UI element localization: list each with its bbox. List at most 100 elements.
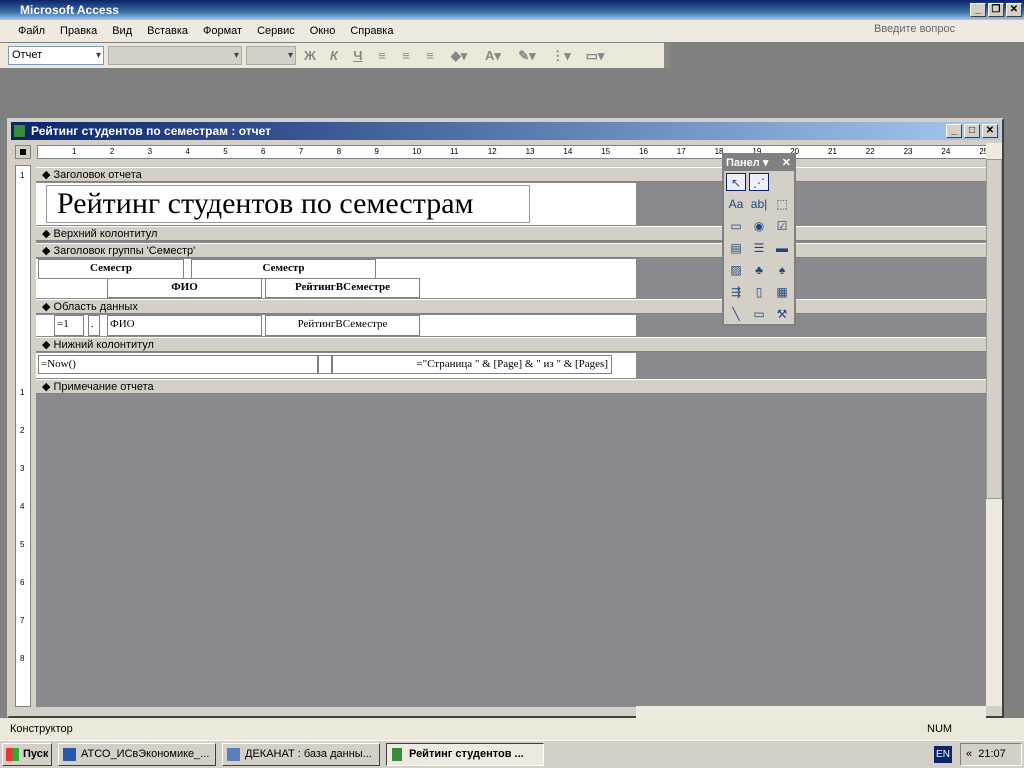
combo-tool-icon[interactable]: ▤ — [726, 239, 746, 257]
image-tool-icon[interactable]: ▨ — [726, 261, 746, 279]
menu-window[interactable]: Окно — [310, 25, 336, 37]
option-group-tool-icon[interactable]: ⬚ — [772, 195, 792, 213]
menu-file[interactable]: Файл — [18, 25, 45, 37]
menu-edit[interactable]: Правка — [60, 25, 97, 37]
button-tool-icon[interactable]: ▬ — [772, 239, 792, 257]
menu-insert[interactable]: Вставка — [147, 25, 188, 37]
task-dekanat-database[interactable]: ДЕКАНАТ : база данны... — [222, 743, 380, 766]
report-close-button[interactable]: ✕ — [982, 124, 998, 138]
word-icon — [63, 748, 76, 761]
menu-tools[interactable]: Сервис — [257, 25, 295, 37]
section-page-header[interactable]: ◆ Верхний колонтитул — [36, 226, 986, 241]
report-header-area: Рейтинг студентов по семестрам — [36, 183, 636, 225]
counter-field[interactable]: =1 — [54, 315, 84, 336]
toolbox-title-bar[interactable]: Панел ▾ ✕ — [724, 155, 794, 171]
vertical-scrollbar[interactable] — [986, 143, 1002, 706]
language-indicator[interactable]: EN — [934, 746, 952, 763]
spacer-field[interactable] — [318, 355, 332, 374]
page-break-tool-icon[interactable]: ⇶ — [726, 283, 746, 301]
rectangle-tool-icon[interactable]: ▭ — [749, 305, 769, 323]
align-left-icon[interactable]: ≡ — [372, 48, 392, 63]
tray-expand-icon[interactable]: « — [966, 748, 972, 760]
font-color-label: A — [485, 47, 495, 63]
dot-label[interactable]: . — [88, 315, 100, 336]
ruler-tick-label: 12 — [487, 147, 497, 156]
ruler-tick-label: 6 — [261, 147, 266, 156]
ruler-tick-label: 23 — [903, 147, 913, 156]
close-button[interactable]: ✕ — [1006, 3, 1022, 17]
semester-field[interactable]: Семестр — [191, 259, 376, 279]
ruler-tick-label: 22 — [865, 147, 875, 156]
report-title-label[interactable]: Рейтинг студентов по семестрам — [46, 185, 530, 223]
align-center-icon[interactable]: ≡ — [396, 48, 416, 63]
checkbox-tool-icon[interactable]: ☑ — [772, 217, 792, 235]
task-rating-report[interactable]: Рейтинг студентов ... — [386, 743, 544, 766]
vruler-tick-label: 1 — [20, 171, 25, 180]
pages-field[interactable]: ="Страница " & [Page] & " из " & [Pages] — [332, 355, 612, 374]
textbox-tool-icon[interactable]: ab| — [749, 195, 769, 213]
select-tool-icon[interactable]: ↖ — [726, 173, 746, 191]
special-effect-icon[interactable]: ▭▾ — [580, 48, 610, 64]
bold-button[interactable]: Ж — [300, 48, 320, 63]
start-label: Пуск — [23, 748, 49, 760]
wizard-tool-icon[interactable]: ⋰ — [749, 173, 769, 191]
bound-object-tool-icon[interactable]: ♠ — [772, 261, 792, 279]
restore-button[interactable]: ❐ — [988, 3, 1004, 17]
toolbox-close-icon[interactable]: ✕ — [782, 155, 794, 171]
report-maximize-button[interactable]: □ — [964, 124, 980, 138]
font-size-combo[interactable] — [246, 46, 296, 65]
menu-help[interactable]: Справка — [350, 25, 393, 37]
status-mode: Конструктор — [10, 723, 73, 735]
ruler-tick-label: 17 — [676, 147, 686, 156]
section-report-footer[interactable]: ◆ Примечание отчета — [36, 379, 986, 394]
toolbox-title: Панел — [726, 157, 760, 169]
italic-button[interactable]: К — [324, 48, 344, 63]
horizontal-scrollbar[interactable] — [636, 706, 986, 718]
line-tool-icon[interactable]: ╲ — [726, 305, 746, 323]
section-page-footer[interactable]: ◆ Нижний колонтитул — [36, 337, 986, 352]
object-combo[interactable]: Отчет — [8, 46, 104, 65]
fio-field[interactable]: ФИО — [107, 315, 262, 336]
rating-label[interactable]: РейтингВСеместре — [265, 278, 420, 298]
fio-label[interactable]: ФИО — [107, 278, 262, 298]
line-color-icon[interactable]: ✎▾ — [512, 48, 542, 64]
semester-label[interactable]: Семестр — [38, 259, 184, 279]
formatting-toolbar: Отчет Ж К Ч ≡ ≡ ≡ ◆▾ A▾ ✎▾ ⋮▾ ▭▾ — [0, 43, 670, 68]
menu-view[interactable]: Вид — [112, 25, 132, 37]
task-label: ДЕКАНАТ : база данны... — [245, 748, 372, 760]
section-group-header[interactable]: ◆ Заголовок группы 'Семестр' — [36, 243, 986, 258]
section-label: Область данных — [53, 301, 138, 313]
fill-color-icon[interactable]: ◆▾ — [444, 48, 474, 64]
tab-tool-icon[interactable]: ▯ — [749, 283, 769, 301]
section-label: Примечание отчета — [53, 381, 154, 393]
section-label: Заголовок группы 'Семестр' — [53, 245, 196, 257]
scroll-thumb[interactable] — [986, 159, 1002, 499]
vruler-tick-label: 3 — [20, 464, 25, 473]
border-style-icon[interactable]: ⋮▾ — [546, 48, 576, 64]
option-tool-icon[interactable]: ◉ — [749, 217, 769, 235]
start-button[interactable]: Пуск — [2, 743, 52, 766]
underline-button[interactable]: Ч — [348, 48, 368, 63]
now-field[interactable]: =Now() — [38, 355, 318, 374]
subform-tool-icon[interactable]: ▦ — [772, 283, 792, 301]
ask-question-input[interactable]: Введите вопрос — [874, 23, 1014, 39]
font-name-combo[interactable] — [108, 46, 242, 65]
font-color-button[interactable]: A▾ — [478, 48, 508, 64]
more-controls-tool-icon[interactable]: ⚒ — [772, 305, 792, 323]
rating-field[interactable]: РейтингВСеместре — [265, 315, 420, 336]
report-title-bar: Рейтинг студентов по семестрам : отчет _… — [11, 122, 1000, 140]
menu-format[interactable]: Формат — [203, 25, 242, 37]
section-report-header[interactable]: ◆ Заголовок отчета — [36, 167, 986, 182]
label-tool-icon[interactable]: Aa — [726, 195, 746, 213]
report-selector[interactable] — [15, 145, 31, 159]
unbound-object-tool-icon[interactable]: ♣ — [749, 261, 769, 279]
report-minimize-button[interactable]: _ — [946, 124, 962, 138]
detail-area: =1 . ФИО РейтингВСеместре — [36, 315, 636, 336]
section-detail[interactable]: ◆ Область данных — [36, 299, 986, 314]
minimize-button[interactable]: _ — [970, 3, 986, 17]
align-right-icon[interactable]: ≡ — [420, 48, 440, 63]
vruler-tick-label: 6 — [20, 578, 25, 587]
toggle-tool-icon[interactable]: ▭ — [726, 217, 746, 235]
list-tool-icon[interactable]: ☰ — [749, 239, 769, 257]
task-word-document[interactable]: АТСО_ИСвЭкономике_... — [58, 743, 216, 766]
